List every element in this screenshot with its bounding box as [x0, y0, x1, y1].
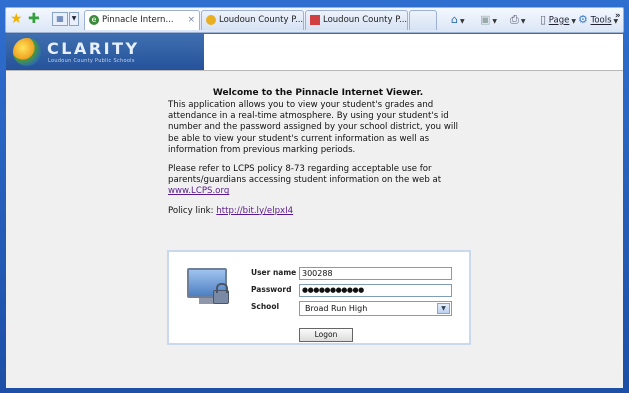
tab-close-button[interactable]: × [187, 11, 195, 29]
school-label: School [251, 302, 280, 311]
print-icon: ⎙ [510, 13, 519, 26]
username-field[interactable]: 300288 [299, 267, 452, 280]
logo-subtitle: Loudoun County Public Schools [48, 58, 135, 64]
school-selected-value: Broad Run High [305, 304, 368, 313]
lcps-link[interactable]: www.LCPS.org [168, 186, 229, 196]
tab-loudoun-1[interactable]: Loudoun County P... [201, 10, 304, 30]
intro-paragraph: This application allows you to view your… [168, 100, 459, 155]
tools-gear-icon: ⚙ [578, 13, 588, 26]
print-button[interactable]: ⎙ ▼ [510, 13, 525, 29]
site-icon [310, 15, 320, 25]
tab-loudoun-2[interactable]: Loudoun County P... [305, 10, 408, 30]
tools-menu[interactable]: ⚙ Tools ▼ [578, 13, 618, 29]
login-panel: User name 300288 Password ●●●●●●●●●●● Sc… [167, 250, 471, 345]
logo-title: CLARITY [47, 39, 140, 58]
policy-link-line: Policy link: http://bit.ly/elpxI4 [168, 205, 294, 216]
tab-label: Pinnacle Intern... [102, 15, 174, 25]
tab-label: Loudoun County P... [323, 15, 408, 25]
favorites-star-icon[interactable]: ★ [10, 12, 23, 26]
tab-label: Loudoun County P... [219, 15, 304, 25]
toolbar-overflow-button[interactable]: » [615, 9, 621, 23]
logon-button[interactable]: Logon [299, 328, 353, 342]
intro-section: Welcome to the Pinnacle Internet Viewer.… [168, 87, 468, 225]
page-banner: CLARITY Loudoun County Public Schools [6, 34, 623, 71]
policy-link[interactable]: http://bit.ly/elpxI4 [216, 206, 293, 216]
site-icon [206, 15, 216, 25]
page-title: Welcome to the Pinnacle Internet Viewer. [212, 88, 424, 98]
clarity-logo: CLARITY Loudoun County Public Schools [6, 34, 204, 70]
tab-list-dropdown[interactable]: ▼ [69, 12, 79, 26]
ie-page-icon: e [89, 15, 99, 25]
quick-tabs-icon[interactable]: ▦ [52, 12, 68, 26]
tab-pinnacle[interactable]: e Pinnacle Intern... × [84, 10, 200, 30]
policy-paragraph: Please refer to LCPS policy 8-73 regardi… [168, 164, 442, 197]
tab-command-bar: ★ ✚ ▦ ▼ e Pinnacle Intern... × Loudoun C… [5, 7, 624, 33]
home-icon: ⌂ [451, 13, 458, 26]
computer-lock-icon [187, 268, 229, 312]
home-button[interactable]: ⌂ ▼ [451, 13, 465, 29]
feeds-icon: ▣ [480, 13, 491, 26]
page-menu[interactable]: ▯ Page ▼ [540, 13, 576, 29]
password-label: Password [251, 285, 292, 294]
page-content: CLARITY Loudoun County Public Schools We… [6, 34, 623, 388]
page-icon: ▯ [540, 13, 547, 26]
new-tab-button[interactable] [409, 10, 437, 30]
chevron-down-icon[interactable]: ▼ [437, 303, 450, 314]
password-field[interactable]: ●●●●●●●●●●● [299, 284, 452, 297]
add-favorites-icon[interactable]: ✚ [28, 12, 40, 26]
browser-window: ★ ✚ ▦ ▼ e Pinnacle Intern... × Loudoun C… [0, 0, 629, 393]
feeds-button[interactable]: ▣ ▼ [480, 13, 497, 29]
username-label: User name [251, 268, 297, 277]
school-select[interactable]: Broad Run High ▼ [299, 301, 452, 316]
globe-icon [13, 38, 41, 66]
